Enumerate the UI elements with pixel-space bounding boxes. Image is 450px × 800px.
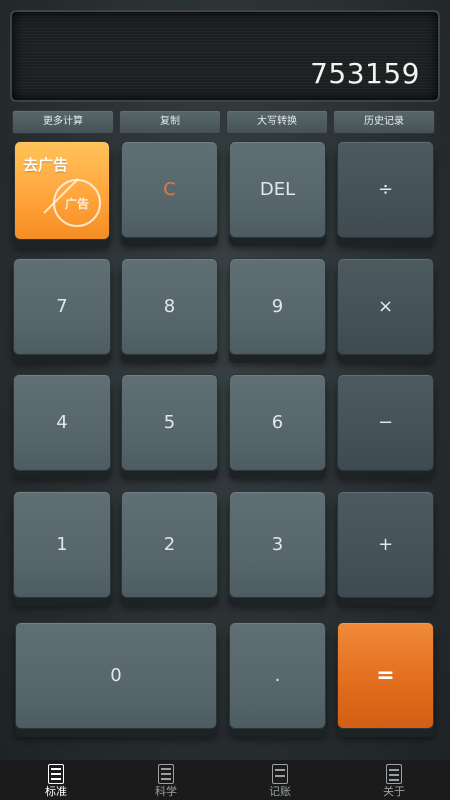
tab-about-label: 关于 [383, 785, 405, 798]
bottom-tab-bar: 标准 科学 记账 关于 [0, 760, 450, 800]
divide-button[interactable]: ÷ [337, 141, 434, 238]
digit-9-button[interactable]: 9 [229, 258, 326, 355]
calculator-icon [48, 764, 64, 784]
tab-scientific[interactable]: 科学 [110, 760, 222, 800]
delete-button[interactable]: DEL [229, 141, 326, 238]
digit-3-button[interactable]: 3 [229, 491, 326, 598]
uppercase-convert-button[interactable]: 大写转换 [226, 110, 328, 134]
tab-ledger-label: 记账 [269, 785, 291, 798]
ledger-icon [272, 764, 288, 784]
result-display: 753159 [10, 10, 440, 102]
digit-1-button[interactable]: 1 [13, 491, 111, 598]
function-bar: 更多计算 复制 大写转换 历史记录 [12, 110, 436, 134]
digit-6-button[interactable]: 6 [229, 374, 326, 471]
tab-about[interactable]: 关于 [338, 760, 450, 800]
tab-ledger[interactable]: 记账 [224, 760, 336, 800]
tab-standard-label: 标准 [45, 785, 67, 798]
digit-0-button[interactable]: 0 [15, 622, 217, 729]
digit-5-button[interactable]: 5 [121, 374, 218, 471]
plus-button[interactable]: + [337, 491, 434, 598]
about-icon [386, 764, 402, 784]
calculator-app: 753159 更多计算 复制 大写转换 历史记录 去广告 广告 C DEL ÷ … [0, 0, 450, 760]
remove-ads-button[interactable]: 去广告 广告 [14, 141, 110, 240]
copy-button[interactable]: 复制 [119, 110, 221, 134]
decimal-point-button[interactable]: . [229, 622, 326, 729]
multiply-button[interactable]: × [337, 258, 434, 355]
tab-standard[interactable]: 标准 [0, 760, 112, 800]
history-button[interactable]: 历史记录 [333, 110, 435, 134]
more-calculations-button[interactable]: 更多计算 [12, 110, 114, 134]
digit-7-button[interactable]: 7 [13, 258, 111, 355]
clear-button[interactable]: C [121, 141, 218, 238]
digit-2-button[interactable]: 2 [121, 491, 218, 598]
minus-button[interactable]: − [337, 374, 434, 471]
remove-ads-label: 去广告 [23, 156, 69, 174]
ad-stamp-icon: 广告 [53, 179, 101, 227]
equals-button[interactable]: = [337, 622, 434, 729]
ad-stamp-text: 广告 [64, 196, 89, 211]
digit-4-button[interactable]: 4 [13, 374, 111, 471]
tab-scientific-label: 科学 [155, 785, 177, 798]
display-value: 753159 [310, 57, 420, 90]
scientific-calculator-icon [158, 764, 174, 784]
digit-8-button[interactable]: 8 [121, 258, 218, 355]
